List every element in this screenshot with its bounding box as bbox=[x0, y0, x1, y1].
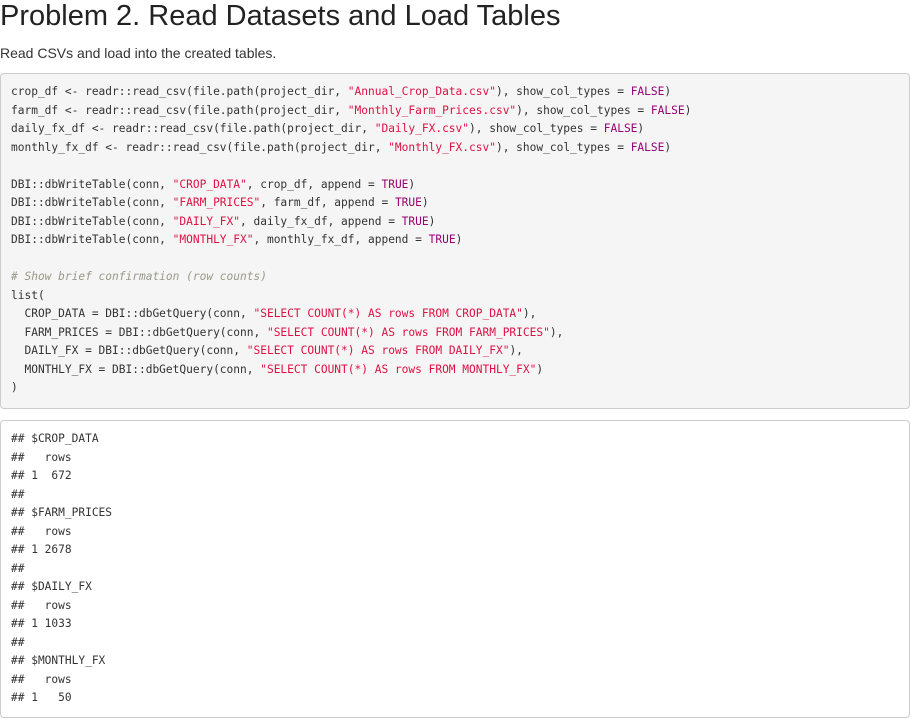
code-text: FARM_PRICES = DBI::dbGetQuery(conn, bbox=[11, 325, 267, 339]
code-string: "Annual_Crop_Data.csv" bbox=[347, 85, 496, 98]
code-line: ) bbox=[11, 379, 899, 398]
code-comment: # Show brief confirmation (row counts) bbox=[11, 270, 267, 283]
code-string: "SELECT COUNT(*) AS rows FROM FARM_PRICE… bbox=[266, 325, 550, 339]
code-text: ) bbox=[11, 381, 18, 394]
code-line: crop_df <- readr::read_csv(file.path(pro… bbox=[11, 83, 899, 102]
code-text: crop_df <- readr::read_csv(file.path(pro… bbox=[11, 85, 348, 98]
code-text: ) bbox=[664, 85, 672, 98]
output-line: ## bbox=[11, 561, 25, 575]
code-string: "FARM_PRICES" bbox=[172, 196, 261, 209]
code-text: ), bbox=[522, 307, 537, 320]
code-line: farm_df <- readr::read_csv(file.path(pro… bbox=[11, 102, 899, 121]
output-line: ## $DAILY_FX bbox=[11, 580, 92, 593]
code-line: CROP_DATA = DBI::dbGetQuery(conn, "SELEC… bbox=[11, 305, 899, 324]
code-text: farm_df <- readr::read_csv(file.path(pro… bbox=[11, 103, 348, 117]
code-text: ), show_col_types = bbox=[469, 122, 604, 135]
code-line: DAILY_FX = DBI::dbGetQuery(conn, "SELECT… bbox=[11, 342, 899, 361]
code-text: DBI::dbWriteTable(conn, bbox=[11, 214, 173, 228]
code-text: ) bbox=[455, 233, 463, 246]
code-text: ) bbox=[408, 177, 416, 191]
code-text: ) bbox=[428, 214, 436, 228]
code-text: ), bbox=[509, 344, 523, 357]
code-text: ), show_col_types = bbox=[495, 85, 631, 98]
code-keyword: TRUE bbox=[401, 214, 429, 228]
code-text: monthly_fx_df <- readr::read_csv(file.pa… bbox=[11, 140, 389, 154]
section-heading: Problem 2. Read Datasets and Load Tables bbox=[0, 0, 561, 32]
code-text: ), bbox=[549, 325, 564, 339]
output-line: ## 1 2678 bbox=[11, 543, 72, 556]
code-text: DBI::dbWriteTable(conn, bbox=[11, 196, 173, 209]
code-text: ) bbox=[664, 140, 672, 154]
code-line: DBI::dbWriteTable(conn, "FARM_PRICES", f… bbox=[11, 194, 899, 213]
output-line: ## bbox=[11, 487, 25, 501]
code-keyword: FALSE bbox=[630, 85, 665, 98]
code-text: ) bbox=[684, 103, 692, 117]
code-line: DBI::dbWriteTable(conn, "DAILY_FX", dail… bbox=[11, 213, 899, 232]
code-string: "SELECT COUNT(*) AS rows FROM CROP_DATA" bbox=[253, 307, 523, 320]
code-string: "Monthly_FX.csv" bbox=[388, 140, 496, 154]
code-text: list( bbox=[11, 288, 45, 302]
code-text: DBI::dbWriteTable(conn, bbox=[11, 177, 173, 191]
output-line: ## rows bbox=[11, 598, 72, 612]
code-text: , daily_fx_df, append = bbox=[240, 214, 402, 228]
output-line: ## 1 672 bbox=[11, 469, 72, 482]
code-line: daily_fx_df <- readr::read_csv(file.path… bbox=[11, 120, 899, 139]
r-code-block[interactable]: crop_df <- readr::read_csv(file.path(pro… bbox=[0, 73, 910, 409]
code-text: ) bbox=[536, 362, 544, 376]
code-text: , monthly_fx_df, append = bbox=[253, 233, 429, 246]
code-line: MONTHLY_FX = DBI::dbGetQuery(conn, "SELE… bbox=[11, 361, 899, 380]
output-line: ## rows bbox=[11, 672, 72, 686]
output-line: ## $CROP_DATA bbox=[11, 432, 99, 445]
code-line: monthly_fx_df <- readr::read_csv(file.pa… bbox=[11, 139, 899, 158]
output-line: ## rows bbox=[11, 450, 72, 464]
code-text: , crop_df, append = bbox=[246, 177, 382, 191]
code-keyword: TRUE bbox=[428, 233, 456, 246]
code-string: "MONTHLY_FX" bbox=[172, 233, 254, 246]
code-text: ), show_col_types = bbox=[495, 140, 631, 154]
code-keyword: TRUE bbox=[381, 177, 409, 191]
code-text: daily_fx_df <- readr::read_csv(file.path… bbox=[11, 122, 375, 135]
output-line: ## bbox=[11, 635, 25, 649]
output-line: ## $MONTHLY_FX bbox=[11, 654, 106, 667]
code-line: DBI::dbWriteTable(conn, "CROP_DATA", cro… bbox=[11, 176, 899, 195]
document-page: Problem 2. Read Datasets and Load Tables… bbox=[0, 0, 910, 719]
code-text: DBI::dbWriteTable(conn, bbox=[11, 233, 173, 246]
code-line: # Show brief confirmation (row counts) bbox=[11, 268, 899, 287]
code-text: , farm_df, append = bbox=[260, 196, 395, 209]
code-text: ) bbox=[421, 196, 429, 209]
code-string: "SELECT COUNT(*) AS rows FROM DAILY_FX" bbox=[246, 344, 510, 357]
code-text: ) bbox=[637, 122, 645, 135]
section-description: Read CSVs and load into the created tabl… bbox=[0, 45, 277, 61]
code-keyword: TRUE bbox=[394, 196, 422, 209]
code-text: MONTHLY_FX = DBI::dbGetQuery(conn, bbox=[11, 362, 261, 376]
output-line: ## 1 1033 bbox=[11, 617, 72, 630]
code-line: FARM_PRICES = DBI::dbGetQuery(conn, "SEL… bbox=[11, 324, 899, 343]
code-string: "CROP_DATA" bbox=[172, 177, 247, 191]
code-line: list( bbox=[11, 287, 899, 306]
code-string: "DAILY_FX" bbox=[172, 214, 241, 228]
code-text: DAILY_FX = DBI::dbGetQuery(conn, bbox=[11, 344, 247, 357]
output-line: ## $FARM_PRICES bbox=[11, 506, 113, 519]
code-string: "SELECT COUNT(*) AS rows FROM MONTHLY_FX… bbox=[260, 362, 537, 376]
r-output-block[interactable]: ## $CROP_DATA ## rows ## 1 672 ## ## $FARM_P… bbox=[0, 420, 910, 718]
code-text: CROP_DATA = DBI::dbGetQuery(conn, bbox=[11, 307, 254, 320]
code-string: "Daily_FX.csv" bbox=[374, 122, 470, 135]
code-keyword: FALSE bbox=[603, 122, 638, 135]
code-string: "Monthly_Farm_Prices.csv" bbox=[347, 103, 517, 117]
code-text: ), show_col_types = bbox=[516, 103, 651, 117]
code-keyword: FALSE bbox=[630, 140, 665, 154]
output-line: ## rows bbox=[11, 524, 72, 538]
code-line: DBI::dbWriteTable(conn, "MONTHLY_FX", mo… bbox=[11, 231, 899, 250]
output-line: ## 1 50 bbox=[11, 691, 72, 704]
code-keyword: FALSE bbox=[650, 103, 685, 117]
